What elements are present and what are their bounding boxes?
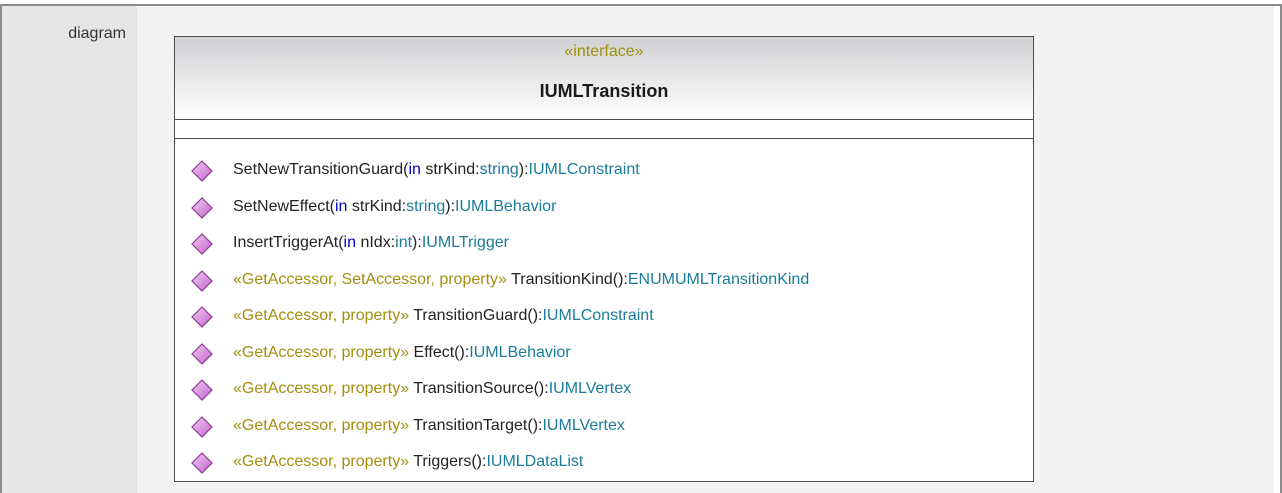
parameter-name: strKind: [420, 161, 480, 178]
operation-diamond-icon [191, 342, 213, 365]
parameter-direction: in [408, 161, 421, 178]
operation-row[interactable]: «GetAccessor, property» TransitionSource… [175, 374, 1033, 411]
operation-close: ): [445, 197, 456, 215]
operation-name: TransitionTarget(): [409, 416, 543, 434]
parameter-type: int [395, 234, 413, 251]
return-type: IUMLVertex [542, 416, 625, 434]
operation-diamond-icon [191, 233, 213, 255]
interface-stereotype: «interface» [564, 43, 644, 60]
operations-compartment: SetNewTransitionGuard(in strKind:string)… [175, 155, 1033, 484]
operation-diamond-icon [191, 196, 213, 219]
operation-row[interactable]: «GetAccessor, property» TransitionGuard(… [175, 301, 1033, 338]
parameter-direction: in [343, 234, 356, 251]
return-type: IUMLVertex [548, 380, 632, 397]
parameter-type: string [479, 161, 519, 178]
operation-diamond-icon [191, 379, 213, 401]
attributes-compartment-separator [175, 138, 1033, 139]
operation-signature: «GetAccessor, property» Triggers():IUMLD… [233, 447, 583, 477]
operation-stereotype: «GetAccessor, property» [233, 343, 410, 361]
parameter-name: strKind: [347, 197, 407, 215]
operation-diamond-icon [191, 415, 213, 438]
operation-signature: SetNewEffect(in strKind:string):IUMLBeha… [233, 192, 556, 222]
operation-name: TransitionGuard(): [409, 307, 543, 324]
return-type: IUMLConstraint [528, 161, 640, 178]
operation-name: TransitionSource(): [409, 380, 549, 397]
uml-class-header: «interface» IUMLTransition [175, 37, 1033, 120]
operation-stereotype: «GetAccessor, property» [233, 307, 410, 324]
operation-stereotype: «GetAccessor, SetAccessor, property» [233, 270, 507, 288]
operation-row[interactable]: «GetAccessor, property» Effect():IUMLBeh… [175, 338, 1033, 375]
operation-diamond-icon [191, 306, 213, 328]
operation-row[interactable]: SetNewEffect(in strKind:string):IUMLBeha… [175, 192, 1033, 229]
operation-signature: «GetAccessor, property» TransitionSource… [233, 374, 631, 404]
operation-close: ): [412, 234, 422, 251]
return-type: IUMLBehavior [469, 343, 571, 361]
uml-interface-box[interactable]: «interface» IUMLTransition SetNewTransit… [174, 36, 1034, 482]
operation-name: Effect(): [409, 343, 470, 361]
operation-diamond-icon [191, 160, 213, 182]
operation-stereotype: «GetAccessor, property» [233, 380, 410, 397]
operation-diamond-icon [191, 269, 213, 292]
operation-diamond-icon [191, 452, 213, 474]
parameter-direction: in [334, 197, 348, 215]
return-type: IUMLTrigger [421, 234, 509, 251]
operation-signature: «GetAccessor, SetAccessor, property» Tra… [233, 265, 809, 295]
operation-signature: «GetAccessor, property» Effect():IUMLBeh… [233, 338, 571, 368]
return-type: ENUMUMLTransitionKind [627, 270, 810, 288]
return-type: IUMLDataList [486, 453, 584, 470]
return-type: IUMLConstraint [542, 307, 654, 324]
operation-row[interactable]: SetNewTransitionGuard(in strKind:string)… [175, 155, 1033, 192]
row-label: diagram [68, 25, 126, 42]
operation-row[interactable]: «GetAccessor, property» Triggers():IUMLD… [175, 447, 1033, 484]
parameter-type: string [406, 197, 446, 215]
diagram-table-row: diagram «interface» IUMLTransition SetNe… [0, 4, 1282, 493]
operation-name: TransitionKind(): [506, 270, 628, 288]
operation-row[interactable]: InsertTriggerAt(in nIdx:int):IUMLTrigger [175, 228, 1033, 265]
operation-row[interactable]: «GetAccessor, SetAccessor, property» Tra… [175, 265, 1033, 302]
operation-row[interactable]: «GetAccessor, property» TransitionTarget… [175, 411, 1033, 448]
parameter-name: nIdx: [356, 234, 396, 251]
operation-stereotype: «GetAccessor, property» [233, 453, 410, 470]
operation-close: ): [518, 161, 529, 178]
operation-name: Triggers(): [409, 453, 487, 470]
operation-name: SetNewTransitionGuard( [233, 161, 409, 178]
return-type: IUMLBehavior [455, 197, 557, 215]
operation-name: InsertTriggerAt( [233, 234, 344, 251]
operation-signature: InsertTriggerAt(in nIdx:int):IUMLTrigger [233, 228, 509, 258]
operation-signature: SetNewTransitionGuard(in strKind:string)… [233, 155, 640, 185]
row-label-cell: diagram [2, 6, 138, 493]
operation-stereotype: «GetAccessor, property» [233, 416, 410, 434]
operation-signature: «GetAccessor, property» TransitionTarget… [233, 411, 625, 441]
interface-name: IUMLTransition [539, 81, 669, 101]
operation-name: SetNewEffect( [233, 197, 335, 215]
operation-signature: «GetAccessor, property» TransitionGuard(… [233, 301, 654, 331]
